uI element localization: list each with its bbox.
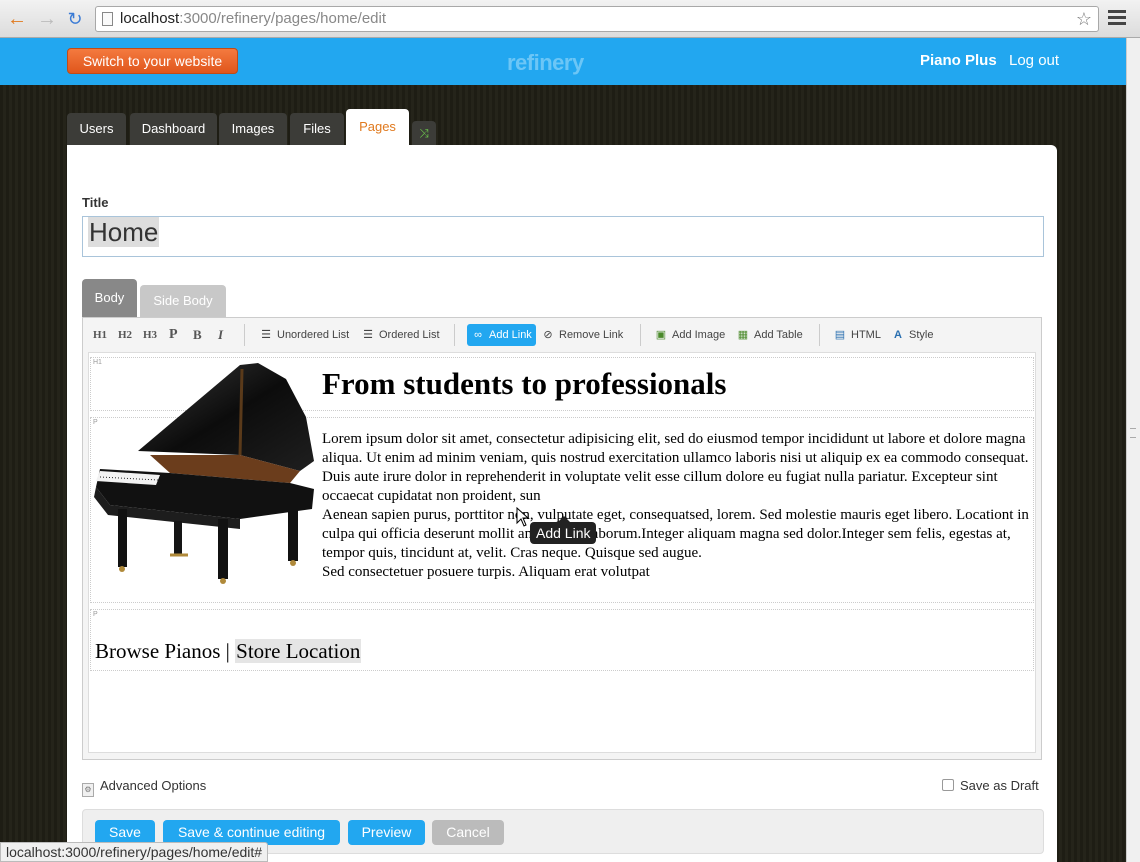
tab-users[interactable]: Users	[67, 113, 126, 145]
style-icon: A	[894, 329, 902, 341]
paragraph-line-2: Duis aute irure dolor in reprehenderit i…	[322, 469, 998, 504]
wysiwyg-editor: H1 H2 H3 P B I ☰ Unordered List ☰ Ordered …	[82, 317, 1042, 760]
bold-button[interactable]: B	[193, 324, 202, 346]
add-link-button[interactable]: ∞ Add Link	[467, 324, 536, 346]
save-as-draft-option[interactable]: Save as Draft	[942, 778, 1039, 793]
editor-content[interactable]: H1 P P From students to professionals Lo…	[88, 352, 1036, 753]
remove-link-button[interactable]: ⊘ Remove Link	[541, 324, 623, 346]
browser-toolbar: ← → ↻ localhost:3000/refinery/pages/home…	[0, 0, 1140, 38]
browser-menu-icon[interactable]	[1108, 10, 1126, 28]
content-paragraph: Lorem ipsum dolor sit amet, consectetur …	[322, 430, 1032, 582]
cancel-button[interactable]: Cancel	[432, 820, 504, 845]
address-bar[interactable]: localhost:3000/refinery/pages/home/edit …	[95, 6, 1099, 32]
h2-button[interactable]: H2	[118, 324, 132, 346]
tab-pages[interactable]: Pages	[346, 109, 409, 145]
unordered-list-button[interactable]: ☰ Unordered List	[259, 324, 349, 346]
paragraph-line-4: Sed consectetuer posuere turpis. Aliquam…	[322, 564, 650, 580]
browse-pianos-link[interactable]: Browse Pianos	[95, 639, 220, 663]
store-location-link[interactable]: Store Location	[235, 639, 362, 663]
tab-side-body[interactable]: Side Body	[140, 285, 226, 317]
bookmark-star-icon[interactable]: ☆	[1076, 7, 1092, 31]
html-icon: ▤	[834, 329, 846, 341]
table-icon: ▦	[737, 329, 749, 341]
ordered-list-icon: ☰	[363, 329, 373, 341]
html-button[interactable]: ▤ HTML	[833, 324, 881, 346]
site-header: Switch to your website refinery Piano Pl…	[0, 38, 1126, 85]
tab-body[interactable]: Body	[82, 279, 137, 317]
content-heading: From students to professionals	[322, 366, 727, 401]
advanced-options-link[interactable]: ⚙ Advanced Options	[82, 778, 206, 797]
forward-arrow-icon[interactable]: →	[36, 8, 58, 30]
title-input[interactable]: Home	[82, 216, 1044, 257]
italic-button[interactable]: I	[218, 324, 223, 346]
image-icon: ▣	[655, 329, 667, 341]
switch-to-website-button[interactable]: Switch to your website	[67, 48, 238, 74]
tab-files[interactable]: Files	[290, 113, 344, 145]
edit-page-panel: Title Home Body Side Body H1 H2 H3 P B I…	[67, 145, 1057, 862]
draft-checkbox[interactable]	[942, 779, 954, 791]
refinery-logo: refinery	[507, 50, 584, 75]
status-bar-url: localhost:3000/refinery/pages/home/edit#	[0, 842, 269, 862]
tab-images[interactable]: Images	[219, 113, 287, 145]
page-scrollbar[interactable]	[1126, 38, 1140, 862]
paragraph-line-1: Lorem ipsum dolor sit amet, consectetur …	[322, 431, 1029, 466]
site-name-link[interactable]: Piano Plus	[920, 52, 997, 69]
gear-icon: ⚙	[82, 783, 94, 797]
unordered-list-icon: ☰	[261, 329, 271, 341]
add-link-tooltip: Add Link	[530, 516, 597, 544]
draft-label: Save as Draft	[960, 778, 1039, 793]
paragraph-button[interactable]: P	[169, 324, 178, 346]
page-icon	[102, 12, 113, 26]
title-value: Home	[88, 217, 160, 247]
url-path: :3000/refinery/pages/home/edit	[179, 10, 387, 27]
title-label: Title	[82, 195, 109, 210]
h1-button[interactable]: H1	[93, 324, 107, 346]
url-host: localhost	[120, 10, 180, 27]
tab-dashboard[interactable]: Dashboard	[130, 113, 217, 145]
preview-button[interactable]: Preview	[348, 820, 425, 845]
grand-piano-image	[94, 363, 314, 584]
mouse-cursor-icon	[516, 507, 530, 527]
content-links: Browse Pianos | Store Location	[95, 639, 362, 664]
paragraph-line-3: Aenean sapien purus, porttitor non, vulp…	[322, 507, 1029, 561]
link-separator: |	[220, 639, 236, 663]
reload-icon[interactable]: ↻	[64, 8, 86, 30]
style-button[interactable]: A Style	[891, 324, 933, 346]
back-arrow-icon[interactable]: ←	[6, 8, 28, 30]
unlink-icon: ⊘	[543, 329, 553, 341]
add-image-button[interactable]: ▣ Add Image	[654, 324, 725, 346]
shuffle-icon[interactable]: ⤨	[412, 121, 436, 145]
block-tag-p: P	[93, 611, 98, 618]
logout-link[interactable]: Log out	[1009, 52, 1059, 69]
h3-button[interactable]: H3	[143, 324, 157, 346]
add-table-button[interactable]: ▦ Add Table	[736, 324, 803, 346]
link-icon: ∞	[474, 329, 482, 341]
editor-toolbar: H1 H2 H3 P B I ☰ Unordered List ☰ Ordered …	[83, 318, 1041, 350]
ordered-list-button[interactable]: ☰ Ordered List	[361, 324, 439, 346]
